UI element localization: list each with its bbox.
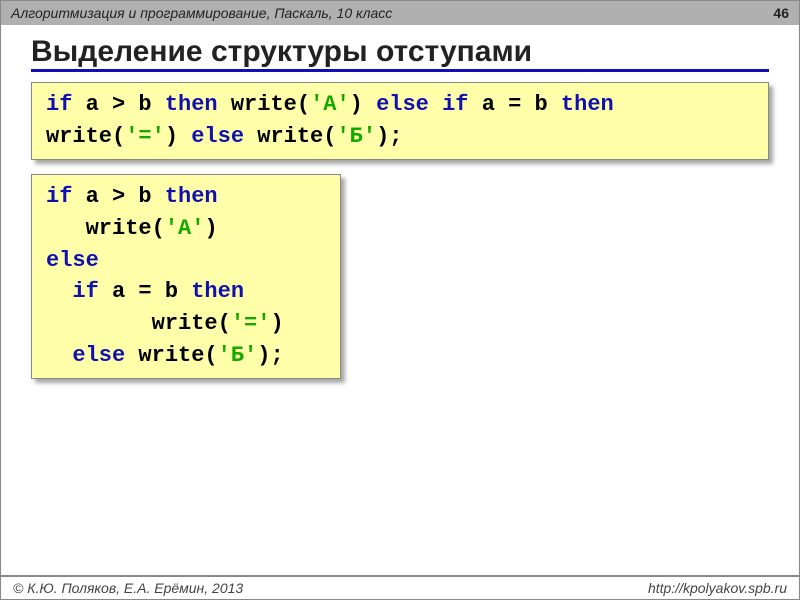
slide-header: Алгоритмизация и программирование, Паска… [1, 1, 799, 25]
code-token: a = b [469, 92, 561, 117]
code-token: if [72, 279, 98, 304]
code-token: if [442, 92, 468, 117]
slide-footer: © К.Ю. Поляков, Е.А. Ерёмин, 2013 http:/… [1, 575, 799, 599]
code-token: 'A' [310, 92, 350, 117]
slide: Алгоритмизация и программирование, Паска… [0, 0, 800, 600]
code-token: 'Б' [218, 343, 258, 368]
code-token: write( [46, 216, 165, 241]
code-token: if [46, 184, 72, 209]
code-token: then [191, 279, 244, 304]
footer-url: http://kpolyakov.spb.ru [648, 580, 787, 596]
code-token: ); [257, 343, 283, 368]
code-token: else [376, 92, 429, 117]
code-token: ) [350, 92, 376, 117]
code-token: ); [376, 124, 402, 149]
code-token: else [191, 124, 244, 149]
code-token: write( [244, 124, 336, 149]
code-token: 'Б' [336, 124, 376, 149]
code-token: ) [165, 124, 191, 149]
code-token: else [72, 343, 125, 368]
code-token: write( [46, 311, 231, 336]
code-block-indented: if a > b then write('A') else if a = b t… [31, 174, 341, 379]
code-token: ) [204, 216, 217, 241]
code-token: else [46, 248, 99, 273]
code-token: write( [218, 92, 310, 117]
code-token: 'A' [165, 216, 205, 241]
code-token [429, 92, 442, 117]
code-block-inline: if a > b then write('A') else if a = b t… [31, 82, 769, 160]
code-token: '=' [125, 124, 165, 149]
code-token: if [46, 92, 72, 117]
page-number: 46 [773, 5, 789, 21]
code-token: write( [46, 124, 125, 149]
code-token: then [561, 92, 614, 117]
code-token: write( [125, 343, 217, 368]
code-token: then [165, 184, 218, 209]
code-token: ) [270, 311, 283, 336]
copyright-label: © К.Ю. Поляков, Е.А. Ерёмин, 2013 [13, 580, 243, 596]
code-token: a > b [72, 92, 164, 117]
slide-title: Выделение структуры отступами [31, 35, 769, 72]
code-token: a = b [99, 279, 191, 304]
code-token [46, 279, 72, 304]
code-token: then [165, 92, 218, 117]
code-token: a > b [72, 184, 164, 209]
course-label: Алгоритмизация и программирование, Паска… [11, 5, 392, 21]
code-token: '=' [231, 311, 271, 336]
code-token [46, 343, 72, 368]
